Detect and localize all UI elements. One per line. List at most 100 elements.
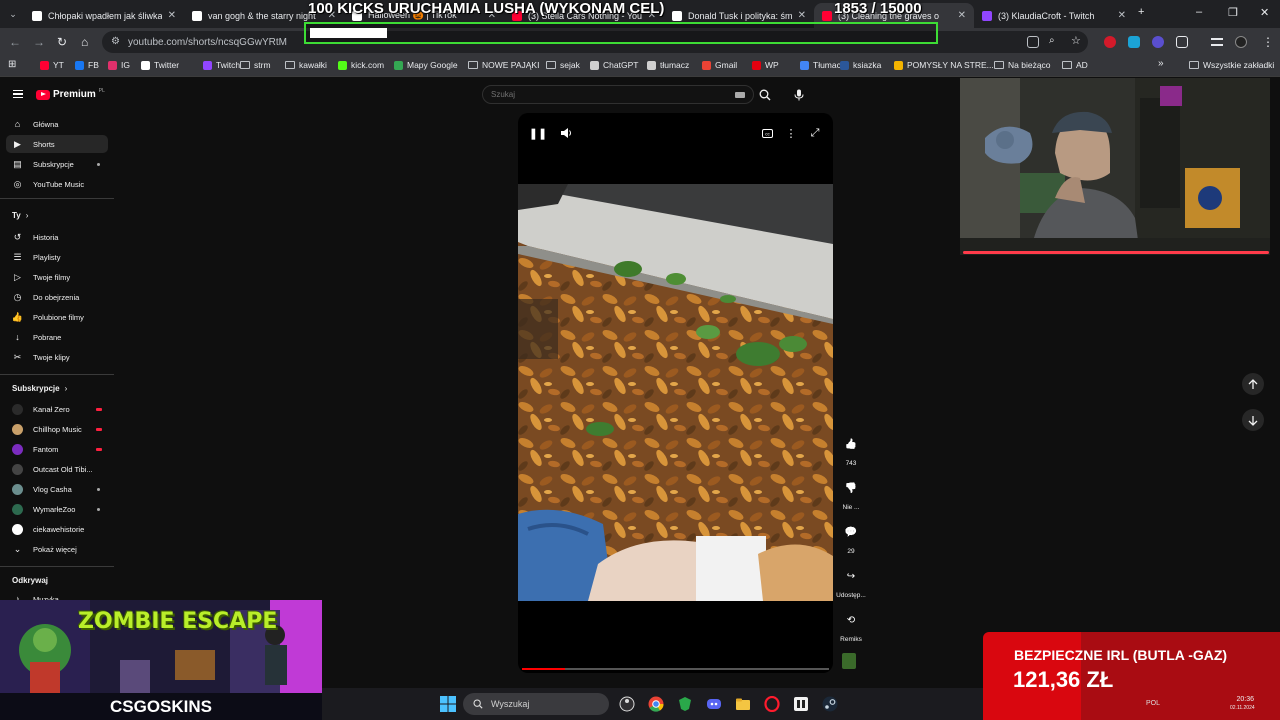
maximize-button[interactable]: ❐ [1228,6,1238,19]
like-button[interactable]: 👍 743 [835,433,867,468]
close-window-button[interactable]: ✕ [1260,6,1269,19]
sidebar-item-do-obejrzenia[interactable]: ◷ Do obejrzenia [6,288,108,306]
subscription-channel[interactable]: Vlog Casha [6,480,108,498]
windows-start-icon[interactable] [440,696,456,712]
bookmark-item[interactable]: YT [40,60,64,70]
youtube-logo[interactable]: Premium PL [36,88,105,100]
remix-thumbnail[interactable] [842,653,856,669]
bookmark-item[interactable]: kick.com [338,60,384,70]
site-info-icon[interactable]: ⚙ [111,36,120,47]
search-button[interactable] [754,85,776,104]
menu-kebab-icon[interactable]: ⋮ [1262,35,1274,49]
subscription-channel[interactable]: Kanał Zero [6,400,108,418]
tray-clock[interactable]: 20:36 02.11.2024 [1230,695,1255,713]
subscription-channel[interactable]: Chillhop Music [6,420,108,438]
browser-app-icon[interactable] [677,696,693,712]
sidebar-item-główna[interactable]: ⌂ Główna [6,115,108,133]
remix-button[interactable]: ⟲ Remiks [835,609,867,644]
bookmark-item[interactable]: FB [75,60,99,70]
previous-short-button[interactable] [1242,373,1264,395]
profile-avatar[interactable] [1235,36,1247,48]
extensions-puzzle-icon[interactable] [1176,36,1188,48]
all-bookmarks-button[interactable]: Wszystkie zakładki [1189,60,1274,70]
zoom-icon[interactable]: ⌕ [1049,35,1055,46]
search-input[interactable]: Szukaj [482,85,754,104]
taskbar-search-input[interactable]: Wyszukaj [463,693,609,715]
hamburger-menu-icon[interactable] [13,90,23,98]
volume-icon[interactable] [558,125,574,141]
bookmark-folder[interactable]: AD [1062,60,1088,70]
comments-button[interactable]: 💬 29 [835,521,867,556]
bookmark-item[interactable]: ChatGPT [590,60,638,70]
section-subscriptions-header[interactable]: Subskrypcje › [12,384,67,393]
bookmark-folder[interactable]: sejak [546,60,580,70]
bookmark-item[interactable]: Twitter [141,60,179,70]
sidebar-item-historia[interactable]: ↺ Historia [6,228,108,246]
bookmark-folder[interactable]: kawałki [285,60,327,70]
apps-grid-icon[interactable]: ⊞ [8,59,16,70]
app-icon[interactable] [793,696,809,712]
home-button-icon[interactable]: ⌂ [81,35,88,49]
next-short-button[interactable] [1242,409,1264,431]
voice-search-button[interactable] [789,85,808,104]
media-controls-icon[interactable] [1211,38,1223,46]
video-progress-bar[interactable] [522,668,829,670]
subscription-channel[interactable]: ciekawehistorie [6,520,108,538]
show-more-button[interactable]: ⌄ Pokaż więcej [6,540,108,558]
chrome-icon[interactable] [648,696,664,712]
minimize-button[interactable]: – [1196,6,1202,18]
bookmark-folder[interactable]: strm [240,60,271,70]
pause-icon[interactable]: ❚❚ [529,125,547,141]
tab-search-icon[interactable]: ⌄ [6,7,20,21]
sidebar-item-twoje-filmy[interactable]: ▷ Twoje filmy [6,268,108,286]
record-extension-icon[interactable] [1104,36,1116,48]
section-you-header[interactable]: Ty › [12,211,28,220]
bookmark-item[interactable]: tłumacz [647,60,689,70]
bookmark-item[interactable]: Gmail [702,60,737,70]
forward-arrow-icon[interactable]: → [33,35,45,49]
fullscreen-icon[interactable]: ⤢ [807,125,823,141]
bookmark-item[interactable]: Mapy Google [394,60,458,70]
sidebar-item-youtube-music[interactable]: ◎ YouTube Music [6,175,108,193]
bookmark-item[interactable]: IG [108,60,130,70]
sidebar-item-subskrypcje[interactable]: ▤ Subskrypcje [6,155,108,173]
sidebar-item-pobrane[interactable]: ↓ Pobrane [6,328,108,346]
tab-close-icon[interactable]: ✕ [168,10,176,21]
subscription-channel[interactable]: Outcast Old Tibi... [6,460,108,478]
new-tab-button[interactable]: + [1138,6,1144,18]
share-button[interactable]: ↪ Udostęp... [835,565,867,600]
tab-close-icon[interactable]: ✕ [1118,10,1126,21]
extension-icon[interactable] [1128,36,1140,48]
file-explorer-icon[interactable] [735,696,751,712]
bookmark-item[interactable]: Twitch [203,60,240,70]
bookmark-item[interactable]: Tłumacz [800,60,845,70]
bookmarks-overflow-icon[interactable]: » [1158,58,1164,69]
bookmark-item[interactable]: POMYSŁY NA STRE... [894,60,994,70]
reload-icon[interactable]: ↻ [57,35,67,49]
bookmark-folder[interactable]: Na bieżąco [994,60,1051,70]
captions-icon[interactable]: cc [759,125,775,141]
sidebar-item-polubione-filmy[interactable]: 👍 Polubione filmy [6,308,108,326]
bookmark-folder[interactable]: NOWE PAJĄKI [468,60,539,70]
dislike-button[interactable]: 👎 Nie ... [835,477,867,512]
extension-icon[interactable] [1152,36,1164,48]
sidebar-item-shorts[interactable]: ▶ Shorts [6,135,108,153]
install-app-icon[interactable] [1027,36,1039,48]
bookmark-item[interactable]: ksiazka [840,60,881,70]
shorts-player[interactable]: ❚❚ cc ⋮ ⤢ [518,113,833,673]
bookmark-item[interactable]: WP [752,60,779,70]
sidebar-item-twoje-klipy[interactable]: ✂ Twoje klipy [6,348,108,366]
subscription-channel[interactable]: WymarłeZoo [6,500,108,518]
steam-icon[interactable] [822,696,838,712]
back-arrow-icon[interactable]: ← [9,35,21,49]
browser-tab[interactable]: Chłopaki wpadłem jak śliwka w ✕ [24,3,184,28]
keyboard-icon[interactable] [735,92,745,98]
bookmark-star-icon[interactable]: ☆ [1071,34,1081,47]
more-options-icon[interactable]: ⋮ [783,125,799,141]
browser-tab[interactable]: (3) KlaudiaCroft - Twitch ✕ [974,3,1134,28]
tab-close-icon[interactable]: ✕ [958,10,966,21]
obs-icon[interactable] [619,696,635,712]
sidebar-item-playlisty[interactable]: ☰ Playlisty [6,248,108,266]
tray-language[interactable]: POL [1146,700,1160,707]
subscription-channel[interactable]: Fantom [6,440,108,458]
